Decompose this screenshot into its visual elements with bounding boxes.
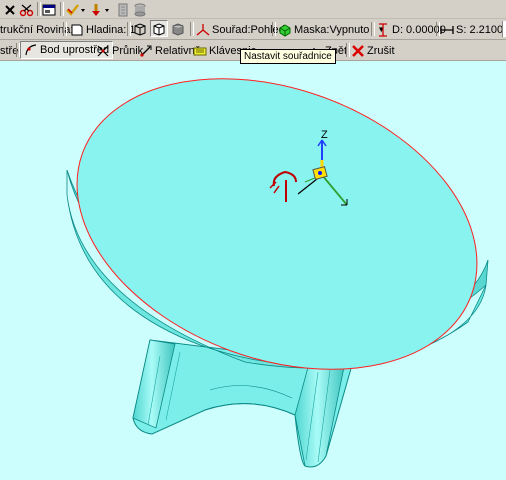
snap-relative-button[interactable]: Relativně: [139, 42, 201, 59]
separator: [37, 2, 41, 16]
layer-field[interactable]: Hladina: 1: [70, 21, 136, 38]
cut-icon[interactable]: [3, 1, 17, 18]
coordinate-axes-icon: [196, 23, 210, 37]
shaded-view-button[interactable]: [150, 20, 168, 37]
scissors-icon[interactable]: [19, 1, 35, 18]
layer-icon: [70, 23, 84, 37]
construction-plane-field[interactable]: trukční Rovina:4: [0, 21, 79, 38]
window-icon[interactable]: [42, 1, 57, 18]
3d-viewport[interactable]: Z: [0, 61, 506, 480]
size-field: S: 2.21008: [440, 21, 506, 38]
tooltip: Nastavit souřadnice: [240, 49, 336, 64]
toolbar-top: [0, 0, 506, 19]
size-label: S: 2.21008: [456, 23, 506, 36]
cylinder-icon[interactable]: [133, 1, 147, 18]
doc-icon[interactable]: [116, 1, 130, 18]
separator: [371, 22, 375, 36]
intersection-icon: [96, 44, 110, 58]
separator: [127, 22, 131, 36]
snap-intersection-button[interactable]: Průnik: [96, 42, 143, 59]
wireframe-view-button[interactable]: [132, 20, 148, 37]
cancel-button[interactable]: Zrušit: [351, 42, 395, 59]
separator: [346, 43, 350, 57]
separator: [190, 22, 194, 36]
solid-view-button[interactable]: [170, 20, 186, 37]
keyboard-icon: [193, 44, 207, 58]
separator: [272, 22, 276, 36]
shaded-cube-icon: [153, 22, 165, 36]
edge-fragment: [502, 21, 506, 37]
toolbar-status: trukční Rovina:4 Hladina: 1 Souřad:Pohle…: [0, 19, 506, 40]
arrow-down-tool-icon[interactable]: [90, 1, 112, 18]
distance-icon: [376, 22, 390, 37]
mask-label: Maska:Vypnuto: [294, 23, 370, 36]
relative-icon: [139, 44, 153, 58]
check-tool-icon[interactable]: [65, 1, 87, 18]
size-icon: [440, 23, 454, 37]
wireframe-cube-icon: [134, 22, 146, 36]
z-axis-label: Z: [321, 129, 328, 141]
midpoint-icon: [24, 43, 38, 57]
separator: [63, 22, 67, 36]
construction-plane-label: trukční Rovina:4: [0, 23, 80, 36]
mask-dropdown[interactable]: Maska:Vypnuto ▼: [278, 21, 385, 38]
cancel-label: Zrušit: [367, 44, 395, 57]
separator: [60, 2, 64, 16]
model-canvas: Z: [66, 78, 489, 468]
close-icon: [351, 44, 365, 58]
mask-icon: [278, 23, 292, 37]
solid-cube-icon: [172, 22, 184, 36]
